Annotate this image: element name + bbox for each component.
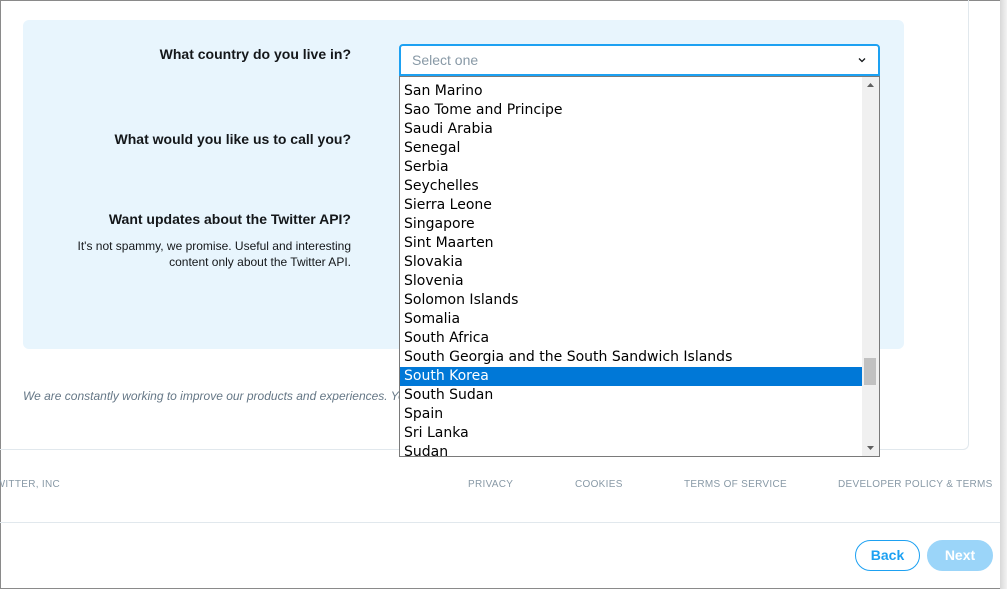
name-question-label: What would you like us to call you?	[114, 131, 351, 147]
country-question-label: What country do you live in?	[159, 46, 351, 62]
country-select-placeholder: Select one	[412, 52, 479, 68]
country-option[interactable]: South Sudan	[400, 386, 862, 405]
country-option[interactable]: Sint Maarten	[400, 234, 862, 253]
country-dropdown-list[interactable]: San Marino Sao Tome and Principe Saudi Ara…	[399, 76, 880, 457]
country-options: San Marino Sao Tome and Principe Saudi Ara…	[400, 82, 862, 456]
country-option[interactable]: Seychelles	[400, 177, 862, 196]
country-option[interactable]: Slovenia	[400, 272, 862, 291]
country-option[interactable]: South Africa	[400, 329, 862, 348]
country-option[interactable]: Saudi Arabia	[400, 120, 862, 139]
country-option[interactable]: Serbia	[400, 158, 862, 177]
country-option[interactable]: Sudan	[400, 443, 862, 456]
scroll-up-arrow-icon[interactable]	[862, 77, 879, 94]
country-option[interactable]: Slovakia	[400, 253, 862, 272]
country-option[interactable]: South Korea	[400, 367, 862, 386]
improvement-notice: We are constantly working to improve our…	[23, 389, 399, 403]
footer-privacy-link[interactable]: PRIVACY	[468, 479, 513, 490]
footer-terms-link[interactable]: TERMS OF SERVICE	[684, 479, 787, 490]
country-option[interactable]: Singapore	[400, 215, 862, 234]
country-option[interactable]: Senegal	[400, 139, 862, 158]
country-option[interactable]: San Marino	[400, 82, 862, 101]
country-option[interactable]: Sao Tome and Principe	[400, 101, 862, 120]
next-button[interactable]: Next	[927, 540, 993, 571]
country-option[interactable]: Somalia	[400, 310, 862, 329]
footer-divider	[0, 522, 1000, 523]
country-option[interactable]: Solomon Islands	[400, 291, 862, 310]
country-option[interactable]: Sri Lanka	[400, 424, 862, 443]
country-select[interactable]: Select one	[399, 44, 880, 76]
chevron-down-icon	[858, 58, 866, 63]
updates-question-label: Want updates about the Twitter API?	[108, 211, 351, 227]
footer-company-text: TWITTER, INC	[0, 479, 60, 490]
scroll-down-arrow-icon[interactable]	[862, 439, 879, 456]
updates-help-line-1: It's not spammy, we promise. Useful and …	[77, 239, 351, 253]
updates-help-line-2: content only about the Twitter API.	[169, 255, 351, 269]
scrollbar-thumb[interactable]	[864, 358, 876, 385]
footer-company: TWITTER, INC	[0, 479, 60, 490]
footer-developer-policy-link[interactable]: DEVELOPER POLICY & TERMS	[838, 479, 993, 490]
updates-help-text: It's not spammy, we promise. Useful and …	[77, 238, 351, 270]
back-button[interactable]: Back	[855, 540, 920, 571]
country-option[interactable]: South Georgia and the South Sandwich Isl…	[400, 348, 862, 367]
footer-cookies-link[interactable]: COOKIES	[575, 479, 623, 490]
country-option[interactable]: Sierra Leone	[400, 196, 862, 215]
country-option[interactable]: Spain	[400, 405, 862, 424]
dropdown-scrollbar[interactable]	[862, 77, 879, 456]
window-edge	[1000, 0, 1007, 589]
